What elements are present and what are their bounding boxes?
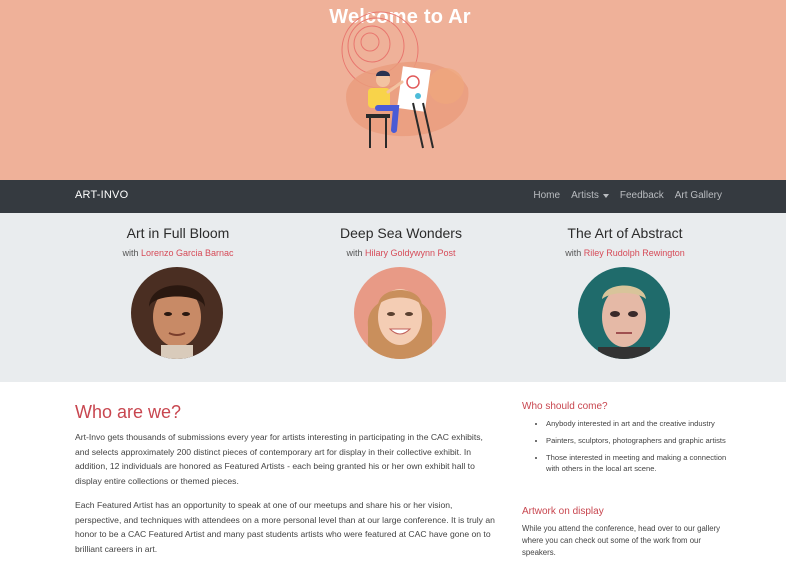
- about-paragraph-1: Art-Invo gets thousands of submissions e…: [75, 432, 483, 486]
- portrait-image: [354, 267, 446, 359]
- artist-link[interactable]: Hilary Goldywynn Post: [365, 248, 456, 258]
- navbar: ART-INVO Home Artists Feedback Art Galle…: [0, 180, 786, 213]
- portrait-image: [131, 267, 223, 359]
- nav-home[interactable]: Home: [533, 190, 560, 201]
- who-are-we-heading: Who are we?: [75, 402, 182, 422]
- portrait-image: [578, 267, 670, 359]
- featured-card-3: The Art of Abstract with Riley Rudolph R…: [510, 225, 740, 258]
- featured-title: Deep Sea Wonders: [340, 225, 462, 241]
- main-content: Who are we? Art-Invo gets thousands of s…: [0, 382, 786, 571]
- featured-byline: with Riley Rudolph Rewington: [565, 248, 685, 258]
- nav-art-gallery[interactable]: Art Gallery: [675, 190, 722, 201]
- artist-portrait-3[interactable]: [578, 267, 670, 359]
- artwork-paragraph: While you attend the conference, head ov…: [522, 524, 721, 557]
- nav-artists-label: Artists: [571, 190, 599, 201]
- brand-link[interactable]: ART-INVO: [75, 189, 128, 201]
- featured-card-1: Art in Full Bloom with Lorenzo Garcia Ba…: [63, 225, 293, 258]
- who-should-come-list: Anybody interested in art and the creati…: [534, 418, 736, 480]
- hero-banner: Welcome to Ar: [0, 0, 786, 180]
- artwork-on-display-heading: Artwork on display: [522, 506, 604, 517]
- caret-down-icon: [602, 193, 609, 198]
- artist-link[interactable]: Riley Rudolph Rewington: [584, 248, 685, 258]
- who-should-come-heading: Who should come?: [522, 401, 608, 412]
- about-paragraph-2: Each Featured Artist has an opportunity …: [75, 500, 495, 554]
- featured-byline: with Lorenzo Garcia Barnac: [122, 248, 234, 258]
- list-item: Anybody interested in art and the creati…: [546, 418, 736, 429]
- artist-portrait-1[interactable]: [131, 267, 223, 359]
- artist-link[interactable]: Lorenzo Garcia Barnac: [141, 248, 234, 258]
- list-item: Painters, sculptors, photographers and g…: [546, 435, 736, 446]
- nav-feedback[interactable]: Feedback: [620, 190, 664, 201]
- list-item: Those interested in meeting and making a…: [546, 452, 736, 474]
- featured-title: The Art of Abstract: [567, 225, 683, 241]
- nav-links: Home Artists Feedback Art Gallery: [533, 190, 722, 201]
- painter-illustration: [341, 11, 469, 149]
- featured-artists-section: Art in Full Bloom with Lorenzo Garcia Ba…: [0, 213, 786, 382]
- nav-artists-dropdown[interactable]: Artists: [571, 190, 609, 201]
- featured-byline: with Hilary Goldywynn Post: [346, 248, 456, 258]
- featured-title: Art in Full Bloom: [126, 225, 230, 241]
- artist-portrait-2[interactable]: [354, 267, 446, 359]
- featured-card-2: Deep Sea Wonders with Hilary Goldywynn P…: [286, 225, 516, 258]
